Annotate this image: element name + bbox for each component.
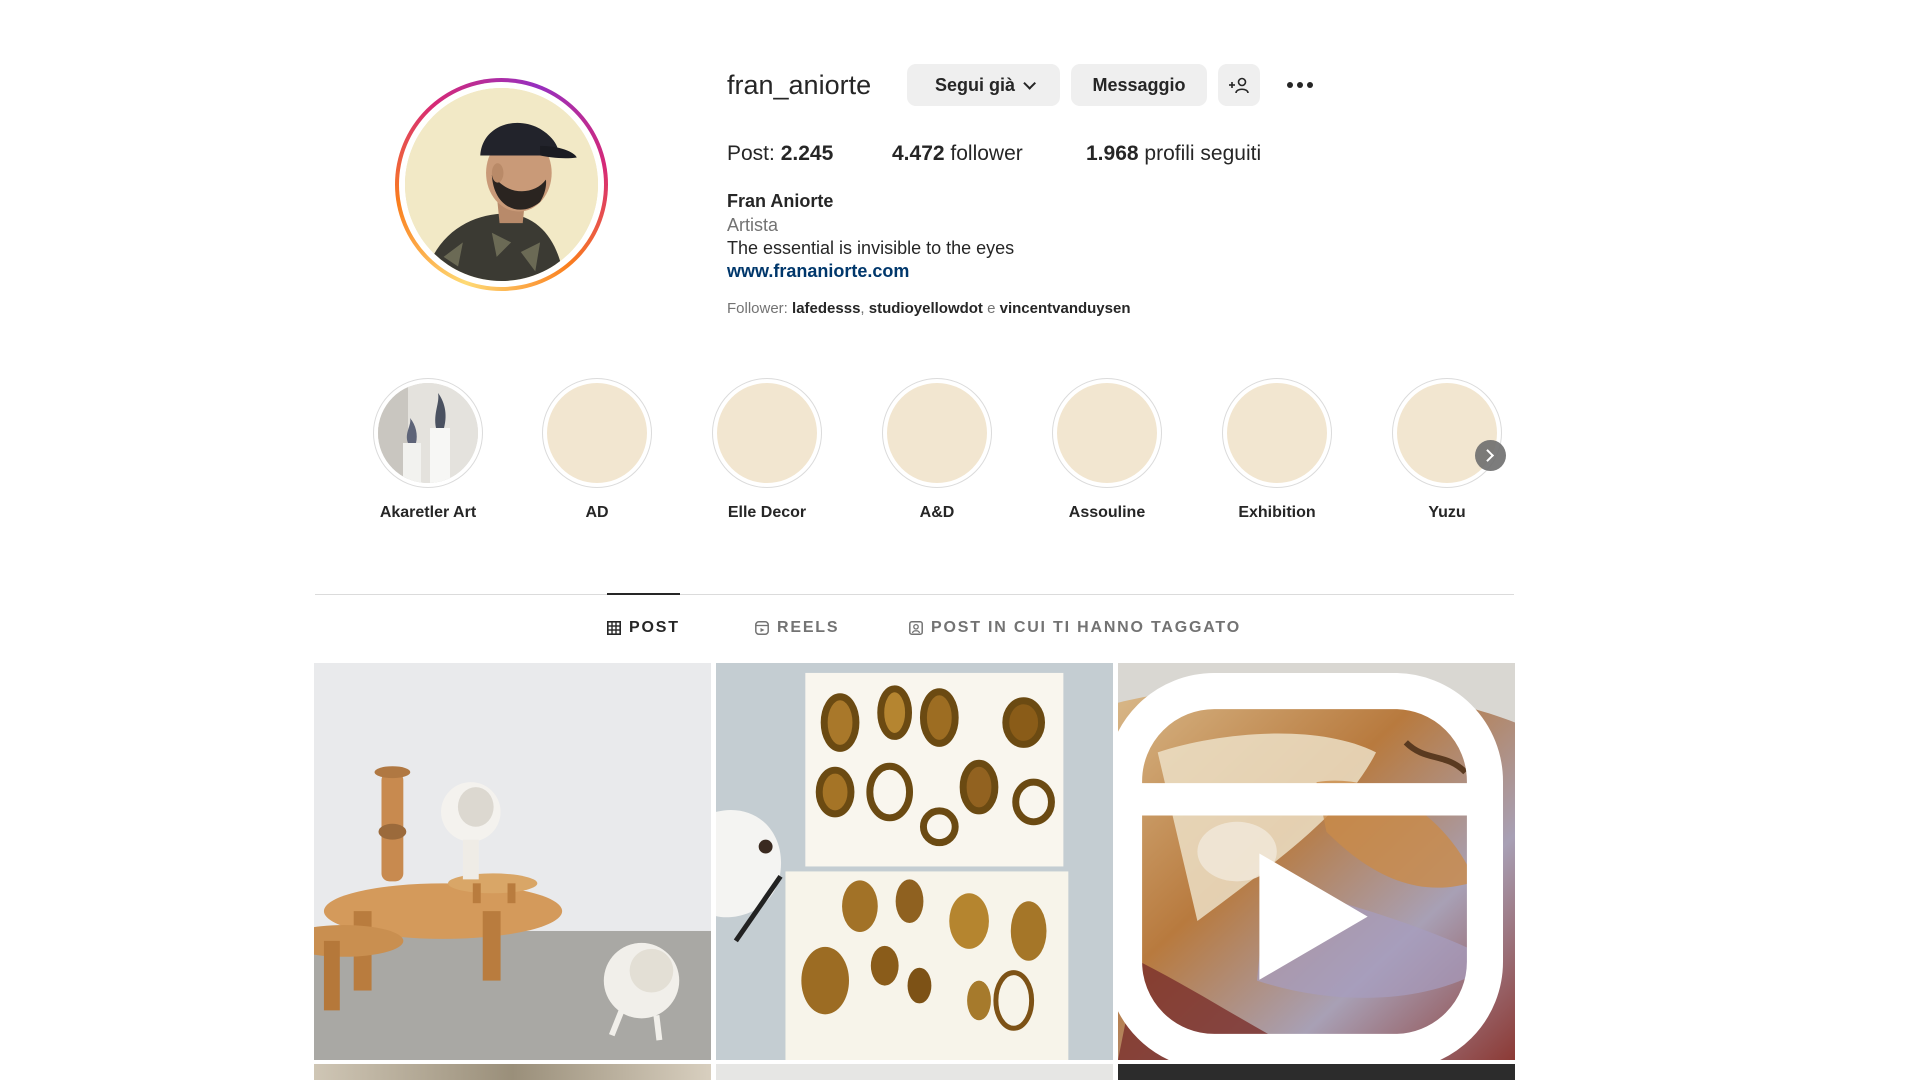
tab-tagged-label: POST IN CUI TI HANNO TAGGATO [931,619,1241,636]
story-highlight[interactable]: A&D [882,378,992,522]
highlight-cover [717,383,817,483]
story-highlight[interactable]: Assouline [1052,378,1162,522]
followed-by-user[interactable]: lafedesss [792,300,860,317]
bio-full-name: Fran Aniorte [727,191,834,211]
followed-by-prefix: Follower: [727,300,793,317]
grid-icon [607,621,621,635]
story-highlight[interactable]: AD [542,378,652,522]
tab-posts[interactable]: POST [607,593,680,661]
followed-by-sep: , [860,300,869,317]
highlight-cover [1057,383,1157,483]
followers-link[interactable]: 4.472 follower [892,142,1023,166]
highlight-label: Exhibition [1238,504,1316,521]
more-options-dot [1307,82,1313,88]
posts-value: 2.245 [780,142,834,165]
followed-by-and: e [982,300,1000,317]
more-options-icon [1287,82,1293,88]
more-options-button[interactable] [1280,66,1320,104]
followed-by-user[interactable]: vincentvanduysen [1000,300,1131,317]
highlight-cover-image [378,383,478,483]
more-options-dot [1297,82,1303,88]
story-highlight[interactable]: Exhibition [1222,378,1332,522]
highlight-ring [542,378,652,488]
highlight-label: Yuzu [1428,504,1466,521]
message-button-label: Messaggio [1092,74,1186,95]
highlight-label: A&D [919,504,955,521]
followed-by[interactable]: Follower: lafedesss, studioyellowdot e v… [727,300,1131,317]
post-tile[interactable] [1118,663,1515,1060]
chevron-down-icon [1023,76,1036,90]
highlight-ring [1392,378,1502,488]
highlight-cover [1227,383,1327,483]
suggested-users-button[interactable] [1218,64,1260,106]
highlight-ring [882,378,992,488]
following-link[interactable]: 1.968 profili seguiti [1086,142,1261,166]
story-highlight[interactable]: Akaretler Art [373,378,483,522]
tab-posts-label: POST [629,619,680,636]
highlight-cover [378,383,478,483]
highlight-label: AD [585,504,609,521]
highlight-label: Akaretler Art [379,504,477,521]
reels-icon [755,621,769,635]
bio-category: Artista [727,215,779,235]
profile-avatar[interactable] [405,88,598,281]
reel-badge-icon [1118,673,1503,1060]
tab-reels-label: REELS [777,619,840,636]
following-value: 1.968 [1086,142,1139,165]
post-tile[interactable] [716,663,1113,1060]
post-tile-partial[interactable] [1118,1064,1515,1080]
bio-website-link[interactable]: www.frananiorte.com [727,261,909,282]
avatar-photo [405,88,598,281]
posts-label: Post: [727,142,781,165]
highlight-ring [1222,378,1332,488]
highlight-cover [887,383,987,483]
story-highlight[interactable]: Elle Decor [712,378,822,522]
post-image-vase-sketches [716,663,1113,1060]
post-tile-partial[interactable] [716,1064,1113,1080]
bio-text: The essential is invisible to the eyes [727,238,1015,258]
highlight-ring [373,378,483,488]
post-tile-partial[interactable] [314,1064,711,1080]
highlight-label: Assouline [1068,504,1146,521]
following-label: profili seguiti [1138,142,1262,165]
highlights-next-button[interactable] [1475,440,1506,471]
highlight-ring [1052,378,1162,488]
chevron-right-icon [1481,449,1495,462]
tab-tagged[interactable]: POST IN CUI TI HANNO TAGGATO [909,594,1241,662]
followers-label: follower [944,142,1023,165]
add-user-icon [1229,77,1249,94]
post-tile[interactable] [314,663,711,1060]
highlight-label: Elle Decor [727,504,807,521]
profile-username: fran_aniorte [727,70,872,100]
following-button[interactable]: Segui già [907,64,1060,106]
highlight-cover [547,383,647,483]
avatar-border [399,82,604,287]
message-button[interactable]: Messaggio [1071,64,1207,106]
posts-count: Post: 2.245 [727,142,833,166]
tab-reels[interactable]: REELS [755,594,839,662]
followers-value: 4.472 [892,142,945,165]
profile-avatar-ring[interactable] [395,78,608,291]
followed-by-user[interactable]: studioyellowdot [869,300,983,317]
tagged-icon [909,621,923,635]
following-button-label: Segui già [934,74,1015,95]
highlight-ring [712,378,822,488]
post-image-ceramics-table [314,663,711,1060]
